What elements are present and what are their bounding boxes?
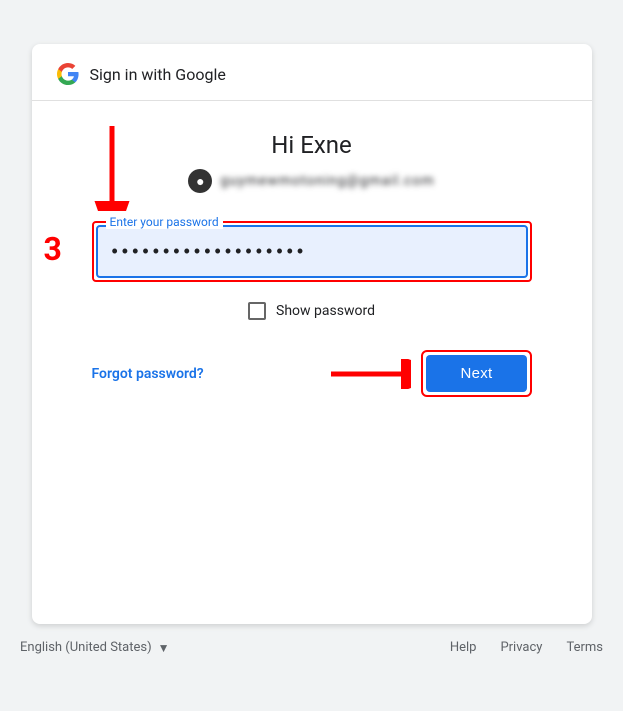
actions-row: Forgot password? Next — [92, 350, 532, 397]
google-g-logo — [56, 62, 80, 86]
password-box-wrapper: Enter your password — [92, 221, 532, 282]
language-dropdown-icon[interactable]: ▼ — [158, 641, 170, 655]
next-button-wrapper: Next — [421, 350, 531, 397]
footer-right: Help Privacy Terms — [450, 640, 603, 655]
email-display: guymewmotoning@gmail.com — [220, 173, 434, 189]
privacy-link[interactable]: Privacy — [500, 640, 542, 655]
show-password-row: Show password — [248, 302, 375, 320]
show-password-label: Show password — [276, 303, 375, 319]
account-row: ● guymewmotoning@gmail.com — [188, 169, 434, 193]
terms-link[interactable]: Terms — [566, 640, 603, 655]
card-body: Hi Exne ● guymewmotoning@gmail.com 3 — [32, 101, 592, 624]
avatar: ● — [188, 169, 212, 193]
avatar-icon: ● — [196, 173, 204, 190]
header-title: Sign in with Google — [90, 65, 226, 84]
footer-left: English (United States) ▼ — [20, 640, 170, 655]
greeting-text: Hi Exne — [271, 131, 351, 159]
password-label: Enter your password — [106, 215, 223, 229]
password-section: 3 Enter your password — [92, 221, 532, 282]
annotation-number-3: 3 — [44, 233, 62, 265]
card-header: Sign in with Google — [32, 44, 592, 101]
next-button[interactable]: Next — [426, 355, 526, 392]
sign-in-card: Sign in with Google Hi Exne ● guymewmoto… — [32, 44, 592, 624]
annotation-arrow-right — [331, 359, 411, 389]
password-input[interactable] — [96, 225, 528, 278]
help-link[interactable]: Help — [450, 640, 477, 655]
password-field-container: Enter your password — [96, 225, 528, 278]
forgot-password-link[interactable]: Forgot password? — [92, 366, 204, 382]
next-area: Next — [331, 350, 531, 397]
annotation-arrow-down — [82, 121, 142, 211]
footer-language: English (United States) — [20, 640, 152, 655]
show-password-checkbox[interactable] — [248, 302, 266, 320]
footer: English (United States) ▼ Help Privacy T… — [0, 628, 623, 667]
